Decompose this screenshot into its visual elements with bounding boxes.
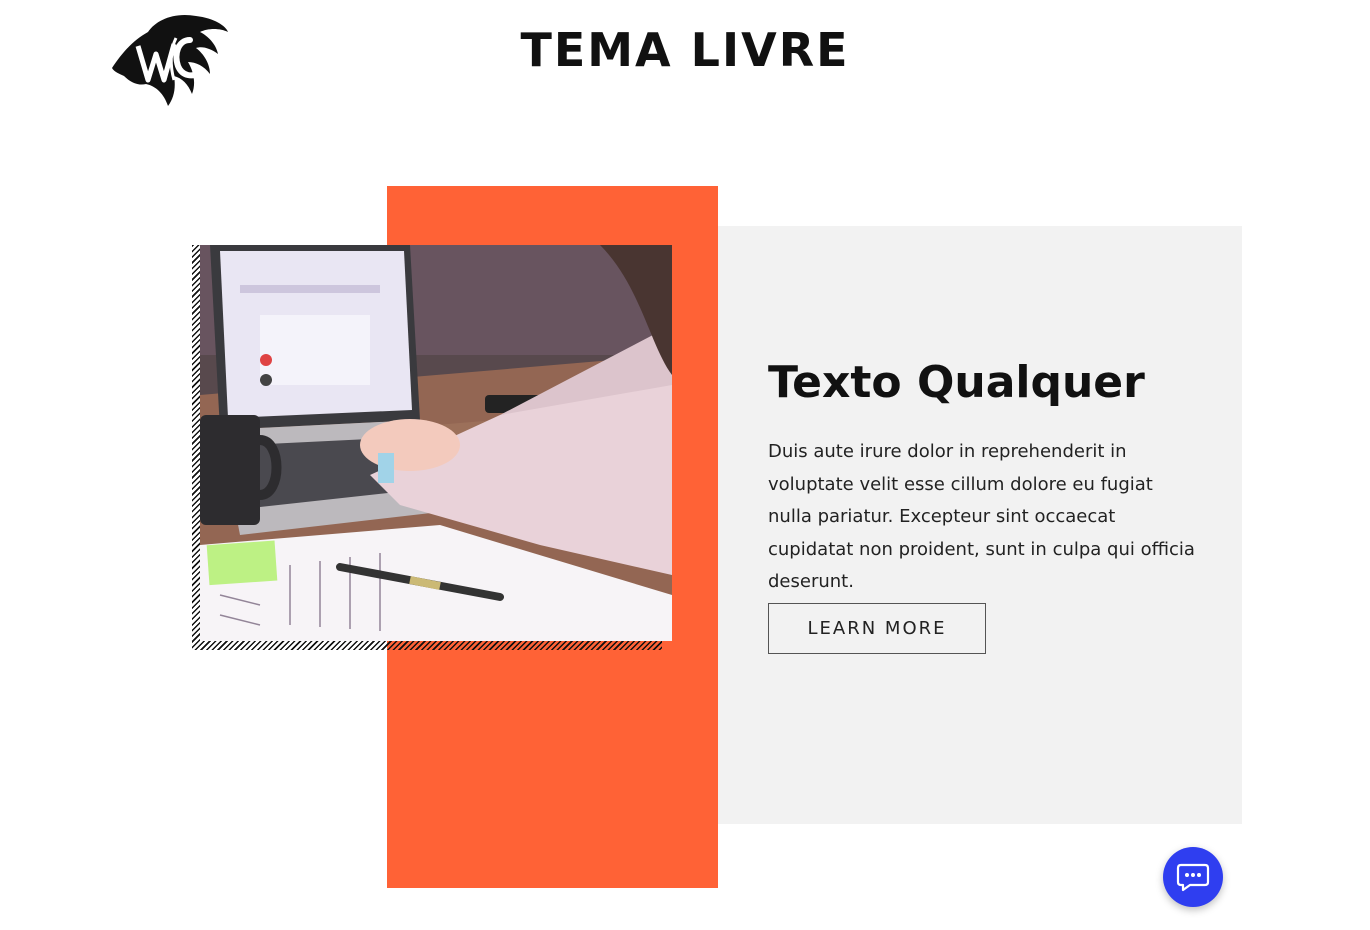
feature-heading: Texto Qualquer — [768, 357, 1145, 408]
site-title: TEMA LIVRE — [520, 23, 850, 77]
chat-button[interactable] — [1163, 847, 1223, 907]
feature-card: Texto Qualquer Duis aute irure dolor in … — [718, 226, 1242, 824]
feature-body: Duis aute irure dolor in reprehenderit i… — [768, 441, 1195, 592]
chat-bubble-icon — [1176, 863, 1210, 892]
page: TEMA LIVRE Texto Qualquer Duis aute irur… — [0, 0, 1370, 930]
feature-image — [200, 245, 672, 641]
learn-more-button[interactable]: LEARN MORE — [768, 603, 986, 654]
